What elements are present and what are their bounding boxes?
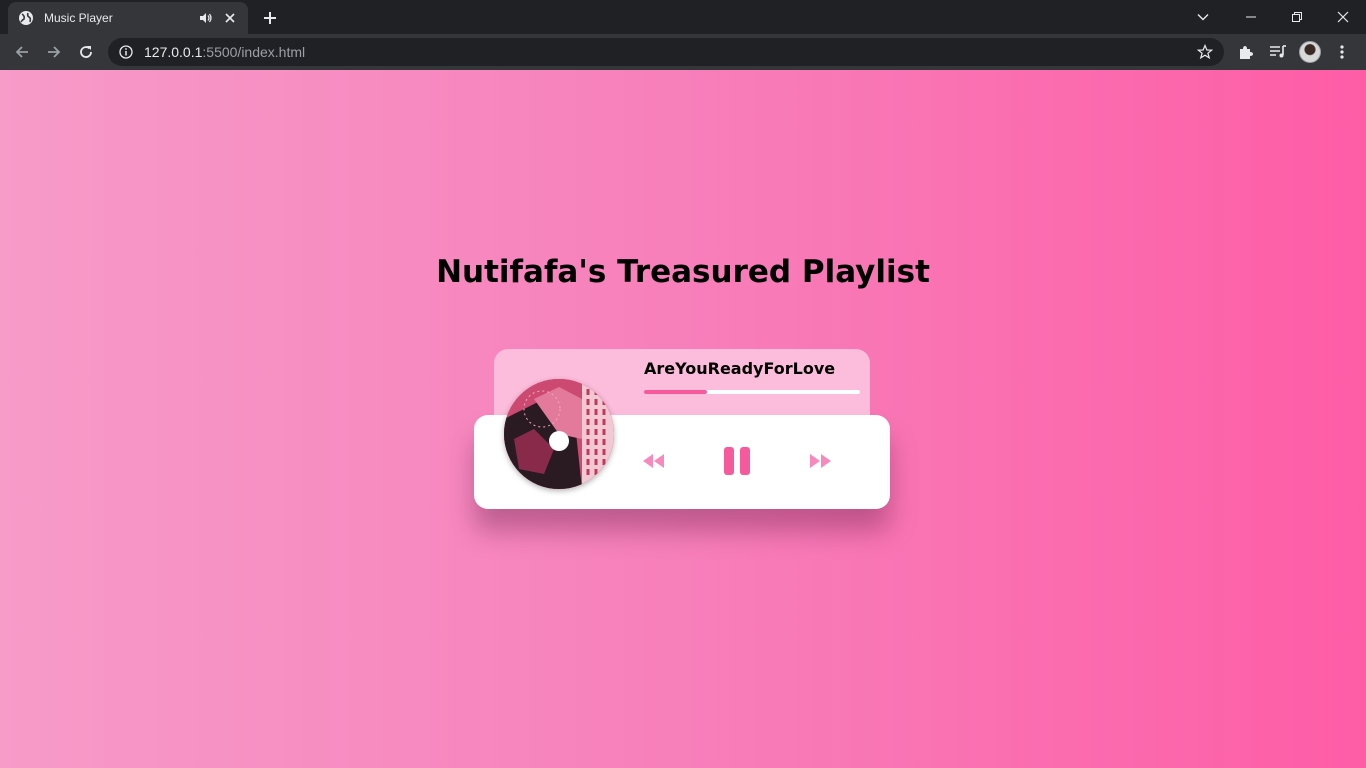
minimize-button[interactable] (1228, 0, 1274, 34)
url-text: 127.0.0.1:5500/index.html (144, 44, 305, 60)
url-path: :5500/index.html (202, 44, 306, 60)
backward-icon (643, 454, 664, 468)
forward-button[interactable] (40, 38, 68, 66)
url-host: 127.0.0.1 (144, 44, 203, 60)
arrow-right-icon (48, 46, 61, 58)
plus-icon (264, 12, 276, 24)
chevron-down-icon (1197, 14, 1209, 21)
album-art (504, 379, 614, 489)
song-title: AreYouReadyForLove (644, 359, 836, 378)
avatar (1299, 41, 1321, 63)
tab-search-button[interactable] (1190, 4, 1216, 30)
profile-button[interactable] (1296, 38, 1324, 66)
disc-center (549, 431, 569, 451)
minimize-icon (1246, 16, 1256, 18)
browser-titlebar: Music Player (0, 0, 1366, 34)
tab-title: Music Player (44, 11, 113, 25)
arrow-left-icon (15, 46, 28, 58)
restore-button[interactable] (1274, 0, 1320, 34)
page-title: Nutifafa's Treasured Playlist (436, 254, 930, 290)
address-bar[interactable]: 127.0.0.1:5500/index.html (108, 38, 1224, 66)
globe-icon (18, 10, 34, 26)
reload-icon (80, 46, 92, 58)
browser-tab[interactable]: Music Player (8, 2, 248, 34)
browser-toolbar: 127.0.0.1:5500/index.html (0, 34, 1366, 70)
speaker-icon[interactable] (198, 10, 214, 26)
back-button[interactable] (8, 38, 36, 66)
forward-icon (810, 454, 831, 468)
bookmark-star-icon[interactable] (1196, 43, 1214, 61)
media-controls-button[interactable] (1264, 38, 1292, 66)
progress-fill (644, 390, 707, 394)
extensions-button[interactable] (1232, 38, 1260, 66)
puzzle-icon (1240, 46, 1253, 59)
playlist-icon (1270, 45, 1286, 58)
close-icon (1337, 11, 1349, 23)
more-vert-icon (1340, 45, 1344, 59)
close-window-button[interactable] (1320, 0, 1366, 34)
info-icon[interactable] (118, 44, 134, 60)
reload-button[interactable] (72, 38, 100, 66)
page-background: Nutifafa's Treasured Playlist AreYouRead… (0, 70, 1366, 768)
restore-icon (1292, 12, 1302, 22)
menu-button[interactable] (1328, 38, 1356, 66)
close-tab-icon[interactable] (222, 10, 238, 26)
previous-button[interactable] (640, 447, 668, 475)
next-button[interactable] (806, 447, 834, 475)
pause-button[interactable] (722, 444, 752, 478)
pause-icon (724, 447, 750, 475)
new-tab-button[interactable] (258, 6, 282, 30)
progress-bar[interactable] (644, 390, 860, 394)
